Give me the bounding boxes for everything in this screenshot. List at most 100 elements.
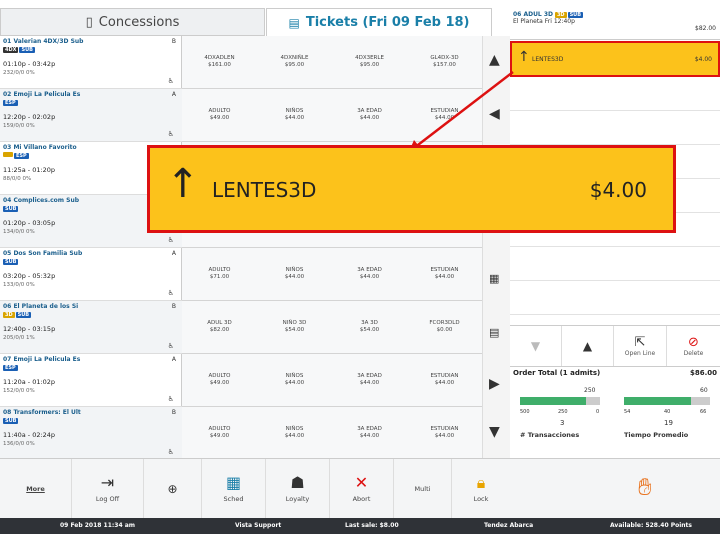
- chevron-down-icon: ▼: [530, 339, 541, 353]
- ticket-type-button[interactable]: 4DXNIÑLE $95.00: [257, 36, 333, 89]
- movie-capacity: 88/0/0 0%: [3, 176, 32, 182]
- movie-capacity: 133/0/0 0%: [3, 282, 35, 288]
- ticket-type-price: $44.00: [284, 115, 305, 121]
- movie-rating: B: [171, 38, 176, 45]
- accessibility-icon: ♿︎: [167, 77, 174, 85]
- order-item-lentes3d[interactable]: ↑ LENTES3D $4.00: [510, 41, 720, 77]
- status-user: Tendez Abarca: [484, 522, 534, 529]
- ticket-type-button[interactable]: ADUL 3D $82.00: [182, 301, 258, 354]
- order-line-subtitle: El Planeta Fri 12:40p: [513, 18, 575, 25]
- abort-button[interactable]: ✕ Abort: [330, 459, 394, 519]
- ticket-type-name: NIÑOS: [285, 425, 304, 432]
- avg-time-gauge: 60 54 40 66 19 Tiempo Promedio: [624, 387, 716, 447]
- accessibility-icon: ♿︎: [167, 395, 174, 403]
- movie-list: 01 Valerian 4DX/3D Sub B 4DX SUB 01:10p -…: [0, 36, 182, 460]
- delete-button[interactable]: ⊘ Delete: [667, 326, 720, 366]
- order-total: Order Total (1 admits) $86.00: [510, 366, 720, 380]
- grid-icon[interactable]: ▦: [489, 272, 499, 285]
- ticket-type-button[interactable]: NIÑOS $44.00: [257, 89, 333, 142]
- ticket-type-price: $49.00: [209, 115, 230, 121]
- movie-badge: 4DX: [3, 47, 19, 53]
- accessibility-icon: ♿︎: [167, 448, 174, 456]
- movie-item[interactable]: 01 Valerian 4DX/3D Sub B 4DX SUB 01:10p -…: [0, 36, 182, 89]
- ticket-type-name: NIÑOS: [285, 266, 304, 273]
- list-icon[interactable]: ▤: [489, 326, 499, 339]
- ticket-type-button[interactable]: ADULTO $71.00: [182, 248, 258, 301]
- lock-button[interactable]: 🔒︎ Lock: [452, 459, 510, 519]
- sched-button[interactable]: ▦ Sched: [202, 459, 266, 519]
- transactions-gauge: 250 500 250 0 3 # Transacciones: [520, 387, 610, 447]
- ticket-type-button[interactable]: 3A EDAD $44.00: [332, 89, 408, 142]
- multi-button[interactable]: Multi: [394, 459, 452, 519]
- ticket-type-button[interactable]: 3A EDAD $44.00: [332, 248, 408, 301]
- ticket-type-price: $157.00: [433, 62, 456, 68]
- movie-item[interactable]: 05 Dos Son Familia Sub A SUB 03:20p - 05…: [0, 248, 182, 301]
- movie-badge: 3D: [3, 312, 15, 318]
- ticket-type-name: 3A EDAD: [357, 266, 382, 273]
- movie-badge: ESP: [3, 100, 18, 106]
- ticket-type-button[interactable]: NIÑOS $44.00: [257, 407, 333, 460]
- movie-title: 08 Transformers: El Ult: [3, 409, 81, 416]
- ticket-type-button[interactable]: NIÑOS $44.00: [257, 248, 333, 301]
- movie-badge: SUB: [3, 206, 19, 212]
- ticket-type-button[interactable]: ADULTO $49.00: [182, 354, 258, 407]
- ticket-type-button[interactable]: ADULTO $49.00: [182, 89, 258, 142]
- zoom-price: $4.00: [589, 178, 647, 202]
- scroll-up-icon[interactable]: ▲: [489, 52, 500, 68]
- ticket-type-button[interactable]: 3A EDAD $44.00: [332, 354, 408, 407]
- down-button[interactable]: ▼: [510, 326, 562, 366]
- ticket-type-button[interactable]: ESTUDIAN $44.00: [407, 354, 483, 407]
- hand-icon: ✋︎: [638, 473, 652, 501]
- ticket-type-button[interactable]: 3A EDAD $44.00: [332, 407, 408, 460]
- ticket-type-button[interactable]: ADULTO $49.00: [182, 407, 258, 460]
- movie-badges: 3D SUB: [3, 311, 179, 318]
- hand-panel[interactable]: ✋︎: [510, 458, 720, 518]
- ticket-type-button[interactable]: 4DX3ERLE $95.00: [332, 36, 408, 89]
- ticket-type-name: ADULTO: [208, 107, 231, 114]
- users-icon: ☗: [290, 473, 305, 492]
- abort-label: Abort: [352, 495, 371, 503]
- movie-capacity: 159/0/0 0%: [3, 123, 35, 129]
- accessibility-icon: ♿︎: [167, 289, 174, 297]
- ticket-type-button[interactable]: ESTUDIAN $44.00: [407, 407, 483, 460]
- scroll-down-icon[interactable]: ▼: [489, 424, 500, 440]
- ticket-type-price: $161.00: [208, 62, 231, 68]
- movie-rating: B: [171, 409, 176, 416]
- up-button[interactable]: ▲: [562, 326, 614, 366]
- screen-button[interactable]: ⊕: [144, 459, 202, 519]
- order-line[interactable]: 06 ADUL 3D 3D SUB El Planeta Fri 12:40p $…: [510, 8, 720, 40]
- movie-item[interactable]: 02 Emoji La Pelicula Es A ESP 12:20p - 0…: [0, 89, 182, 142]
- movie-item[interactable]: 08 Transformers: El Ult B SUB 11:40a - 0…: [0, 407, 182, 460]
- open-line-button[interactable]: ⇱ Open Line: [614, 326, 667, 366]
- ticket-type-name: 4DX3ERLE: [355, 54, 384, 61]
- ticket-type-button[interactable]: ESTUDIAN $44.00: [407, 248, 483, 301]
- ticket-type-button[interactable]: NIÑO 3D $54.00: [257, 301, 333, 354]
- ticket-type-name: ESTUDIAN: [430, 372, 459, 379]
- ticket-type-price: $49.00: [209, 380, 230, 386]
- ticket-type-price: $0.00: [436, 327, 453, 333]
- loyalty-button[interactable]: ☗ Loyalty: [266, 459, 330, 519]
- movie-time: 11:25a - 01:20p: [3, 166, 56, 174]
- order-controls: ▼ ▲ ⇱ Open Line ⊘ Delete: [510, 325, 720, 366]
- ticket-type-name: ESTUDIAN: [430, 266, 459, 273]
- logoff-button[interactable]: ⇥ Log Off: [72, 459, 144, 519]
- avg-time-count: 19: [664, 419, 673, 427]
- tick-label: 66: [700, 409, 707, 415]
- movie-item[interactable]: 07 Emoji La Pelicula Es A ESP 11:20a - 0…: [0, 354, 182, 407]
- movie-badge: ESP: [14, 153, 29, 159]
- loyalty-label: Loyalty: [285, 495, 310, 503]
- movie-badges: ESP: [3, 99, 179, 106]
- ticket-type-button[interactable]: NIÑOS $44.00: [257, 354, 333, 407]
- ticket-type-button[interactable]: 3A 3D $54.00: [332, 301, 408, 354]
- ticket-icon: ▤: [288, 15, 300, 30]
- right-arrow-icon[interactable]: ▶: [489, 376, 500, 392]
- transactions-count: 3: [560, 419, 565, 427]
- ticket-type-button[interactable]: 4DXADLEN $161.00: [182, 36, 258, 89]
- ticket-type-button[interactable]: FCOR3DLD $0.00: [407, 301, 483, 354]
- movie-title: 07 Emoji La Pelicula Es: [3, 356, 81, 363]
- more-button[interactable]: More: [0, 459, 72, 519]
- movie-item[interactable]: 06 El Planeta de los Si B 3D SUB 12:40p -…: [0, 301, 182, 354]
- tab-concessions[interactable]: ▯ Concessions: [0, 8, 265, 36]
- tab-tickets[interactable]: ▤ Tickets (Fri 09 Feb 18): [266, 8, 492, 36]
- transactions-label: # Transacciones: [520, 431, 580, 439]
